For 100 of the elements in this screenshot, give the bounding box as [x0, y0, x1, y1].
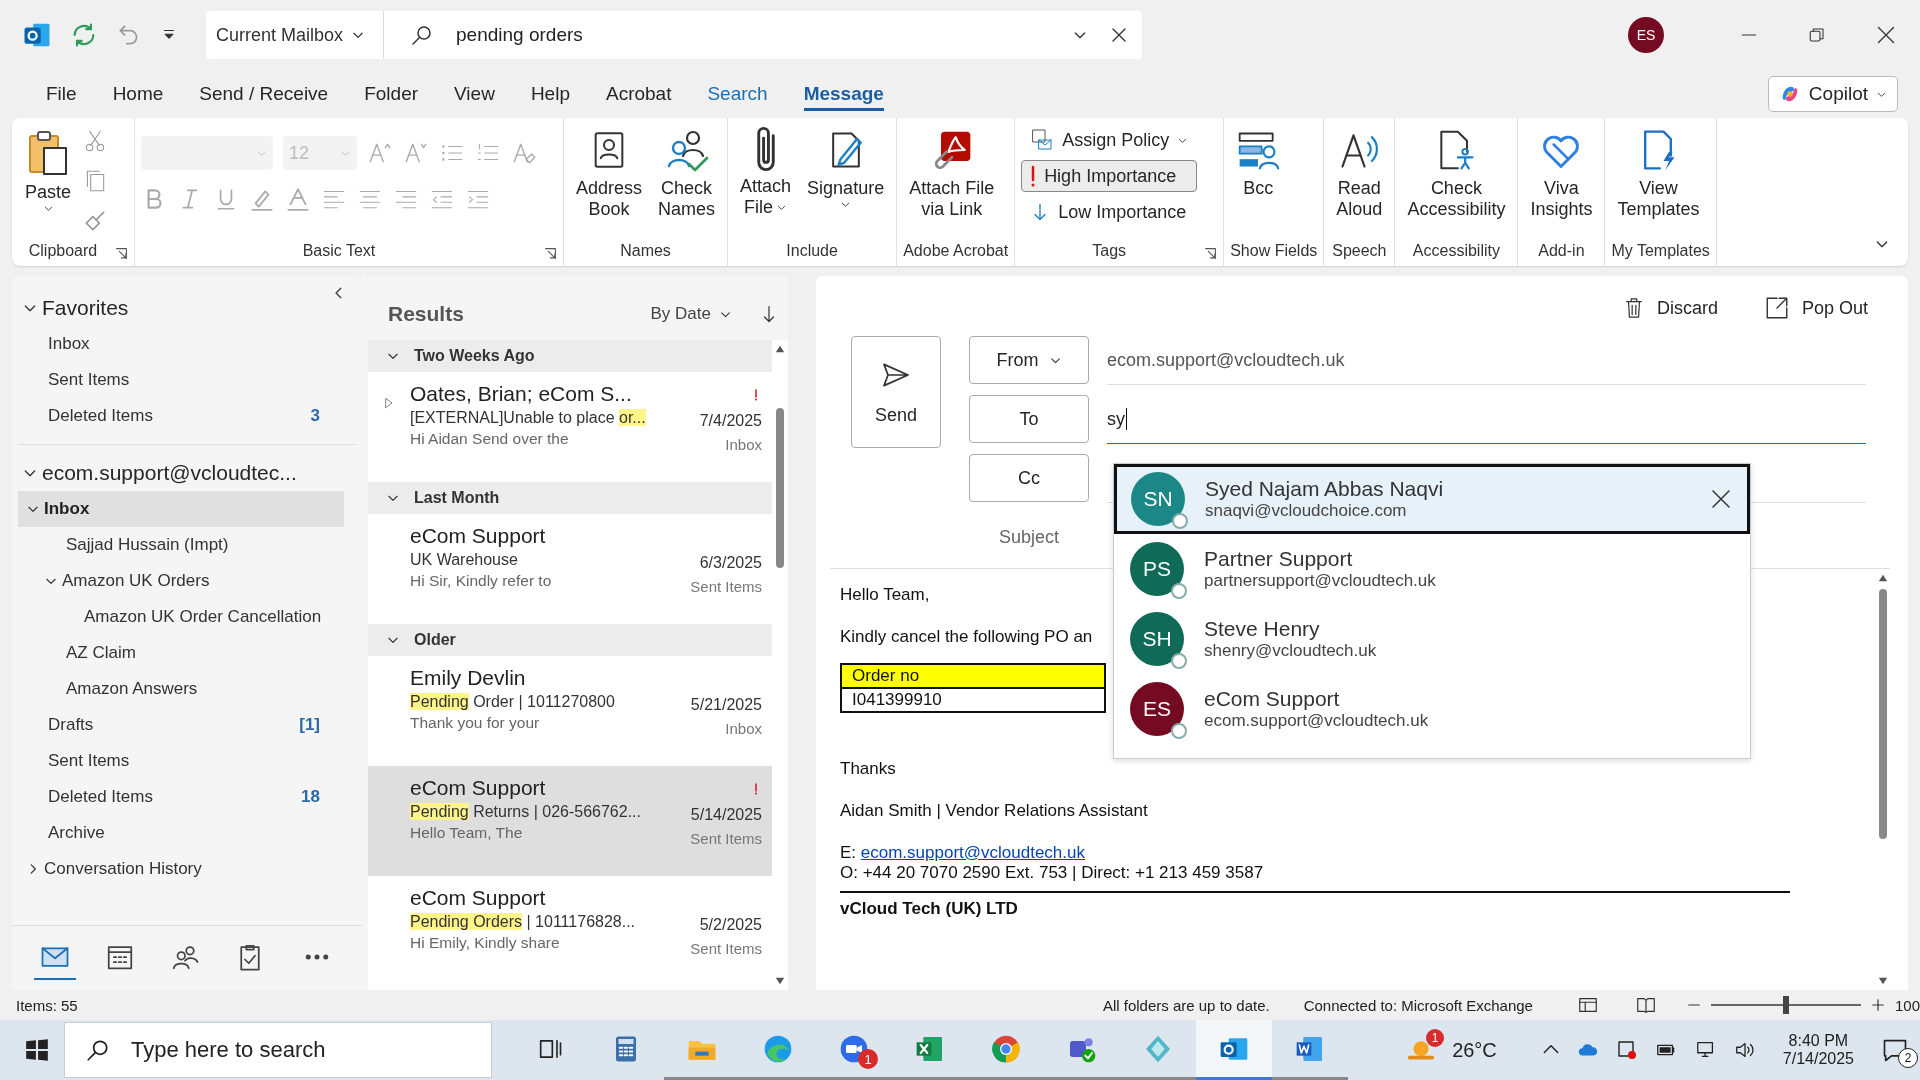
ribbon-button[interactable]: Attach File	[734, 124, 798, 220]
ribbon-button[interactable]: Address Book	[570, 124, 649, 222]
search-bar[interactable]: Current Mailbox pending orders	[206, 11, 1142, 59]
ribbon-button[interactable]: View Templates	[1611, 124, 1706, 222]
folder-item[interactable]: Amazon UK Order Cancellation	[18, 599, 344, 635]
discard-button[interactable]: Discard	[1616, 290, 1724, 326]
folder-item[interactable]: Sent Items	[18, 362, 344, 398]
menu-tab[interactable]: File	[32, 75, 91, 113]
group-header[interactable]: Older	[368, 624, 772, 656]
folder-item[interactable]: Deleted Items 3	[18, 398, 344, 434]
clock[interactable]: 8:40 PM 7/14/2025	[1782, 1032, 1854, 1068]
folder-item[interactable]: Drafts [1]	[18, 707, 344, 743]
copilot-button[interactable]: Copilot	[1767, 76, 1898, 112]
group-label: Adobe Acrobat	[903, 242, 1009, 261]
dialog-launcher-icon[interactable]	[115, 247, 128, 260]
folder-section[interactable]: Favorites	[12, 290, 362, 326]
folder-item[interactable]: Sent Items	[18, 743, 344, 779]
folder-item[interactable]: Sajjad Hussain (Impt)	[18, 527, 344, 563]
menu-tab[interactable]: Folder	[350, 75, 433, 113]
sort-button[interactable]: By Date	[644, 303, 738, 325]
taskbar-app[interactable]: 1	[816, 1020, 892, 1080]
scroll-thumb[interactable]	[1879, 589, 1887, 839]
policy-icon	[1030, 128, 1055, 152]
tag-button[interactable]: Low Importance	[1021, 196, 1198, 228]
suggestion-item[interactable]: SN Syed Najam Abbas Naqvi snaqvi@vcloudchoice.com	[1114, 464, 1750, 534]
message-date: 5/21/2025	[690, 696, 762, 714]
to-field[interactable]: sy	[1107, 395, 1866, 444]
ribbon-button[interactable]: Viva Insights	[1524, 124, 1599, 222]
close-icon[interactable]	[1876, 25, 1896, 45]
taskbar-search[interactable]: Type here to search	[64, 1022, 492, 1078]
item-count: Items: 55	[16, 996, 78, 1014]
folder-item[interactable]: Archive	[18, 815, 344, 851]
from-field[interactable]: ecom.support@vcloudtech.uk	[1107, 336, 1866, 385]
menu-tab[interactable]: Acrobat	[591, 75, 686, 113]
table-cell: I041399910	[841, 688, 1105, 712]
close-icon[interactable]	[1110, 26, 1128, 44]
notification-badge: 1	[1426, 1029, 1445, 1047]
menu-tab[interactable]: Message	[789, 75, 898, 113]
group-label: Names	[620, 242, 671, 261]
taskbar-app[interactable]	[1196, 1020, 1272, 1080]
paste-button[interactable]: Paste	[18, 124, 78, 216]
slider-thumb[interactable]	[1782, 996, 1789, 1014]
ribbon-button[interactable]: Attach File via Link	[903, 124, 1001, 222]
windows-start-icon[interactable]	[24, 1037, 50, 1063]
pop-out-button[interactable]: Pop Out	[1757, 290, 1874, 326]
ribbon-button[interactable]: Bcc	[1230, 124, 1287, 201]
folder-item[interactable]: Inbox	[18, 491, 344, 527]
email-link[interactable]: ecom.support@vcloudtech.uk	[860, 843, 1085, 862]
suggestion-item[interactable]: SH Steve Henry shenry@vcloudtech.uk	[1114, 604, 1750, 674]
suggestion-item[interactable]: PS Partner Support partnersupport@vcloudtech.uk	[1114, 534, 1750, 604]
scroll-thumb[interactable]	[776, 408, 784, 568]
suggestion-item[interactable]: ES eCom Support ecom.support@vcloudtech.uk	[1114, 674, 1750, 744]
tag-button[interactable]: Assign Policy	[1021, 124, 1198, 156]
profile-avatar[interactable]: ES	[1628, 17, 1664, 53]
menu-tab[interactable]: Home	[98, 75, 178, 113]
search-query[interactable]: pending orders	[456, 24, 1050, 46]
menu-tab[interactable]: Help	[516, 75, 584, 113]
scroll-up-icon	[774, 344, 786, 354]
dialog-launcher-icon[interactable]	[1204, 247, 1218, 260]
message-item[interactable]: eCom Support Pending Returns | 026-566762... Hello Team, The 5/14/2025 Sent Items	[368, 766, 772, 876]
close-icon[interactable]	[1709, 487, 1733, 511]
subject-line: Pending Orders | 1011176828...	[410, 913, 637, 931]
folder-item[interactable]: Inbox	[18, 326, 344, 362]
folder-item[interactable]: Amazon UK Orders	[18, 563, 344, 599]
tag-button[interactable]: High Importance	[1021, 160, 1198, 192]
menu-tab[interactable]: View	[440, 75, 509, 113]
folder-item[interactable]: Deleted Items 18	[18, 779, 344, 815]
body-text: O: +44 20 7070 2590 Ext. 753 | Direct: +1 213 459 3587	[840, 863, 1264, 883]
message-preview: Hi Sir, Kindly refer to	[410, 572, 553, 590]
group-label: Clipboard	[28, 242, 98, 261]
body-text: Thanks	[840, 759, 896, 779]
from-button[interactable]: From	[969, 336, 1089, 384]
folder-item[interactable]: Conversation History	[18, 851, 344, 887]
folder-name: Sent Items	[690, 940, 762, 957]
zoom-in-icon[interactable]	[1870, 998, 1885, 1012]
group-label: Show Fields	[1230, 242, 1318, 261]
send-button[interactable]: Send	[851, 336, 941, 448]
font-name-field[interactable]	[141, 136, 273, 170]
menu-tab[interactable]: Search	[693, 75, 782, 113]
font-color-icon[interactable]	[285, 186, 311, 212]
to-button[interactable]: To	[969, 395, 1089, 443]
scrollbar[interactable]	[772, 340, 788, 990]
folder-item[interactable]: Amazon Answers	[18, 671, 344, 707]
subject-line: UK Warehouse	[410, 551, 519, 569]
ribbon-button[interactable]: Read Aloud	[1330, 124, 1389, 222]
account-header[interactable]: ecom.support@vcloudtec...	[12, 455, 362, 491]
ribbon-button[interactable]: Check Accessibility	[1401, 124, 1512, 222]
ribbon-button[interactable]: Check Names	[652, 124, 722, 222]
subject-line: Pending Order | 1011270800	[410, 693, 616, 711]
folder-item[interactable]: AZ Claim	[18, 635, 344, 671]
menu-tab[interactable]: Send / Receive	[185, 75, 343, 113]
ribbon-button[interactable]: Signature	[801, 124, 891, 212]
sender-name: eCom Support	[410, 886, 547, 910]
restore-icon[interactable]	[1808, 26, 1826, 44]
exclamation-icon	[1030, 164, 1037, 188]
scope-dropdown[interactable]: Current Mailbox	[206, 11, 385, 59]
group-header[interactable]: Last Month	[368, 482, 772, 514]
cc-button[interactable]: Cc	[969, 454, 1089, 502]
expand-thread-icon[interactable]	[383, 396, 395, 410]
group-header[interactable]: Two Weeks Ago	[368, 340, 772, 372]
